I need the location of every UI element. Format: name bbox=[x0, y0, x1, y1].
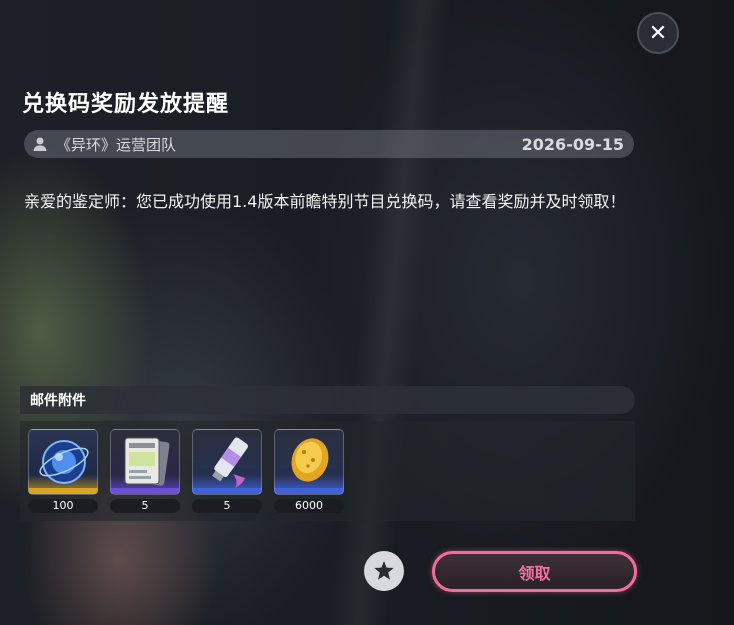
close-button[interactable]: ✕ bbox=[637, 12, 679, 54]
item-count: 6000 bbox=[274, 499, 344, 513]
item-count: 5 bbox=[110, 499, 180, 513]
mail-body: 亲爱的鉴定师：您已成功使用1.4版本前瞻特别节目兑换码，请查看奖励并及时领取！ bbox=[24, 192, 626, 211]
attachment-item[interactable]: 100 bbox=[28, 429, 98, 513]
mail-date: 2026-09-15 bbox=[521, 134, 624, 154]
attachment-item[interactable]: 6000 bbox=[274, 429, 344, 513]
person-icon bbox=[33, 137, 47, 151]
claim-label: 领取 bbox=[518, 563, 551, 583]
item-count: 100 bbox=[28, 499, 98, 513]
blue-orb-icon bbox=[29, 440, 97, 494]
item-frame bbox=[274, 429, 344, 495]
attachment-item[interactable]: 5 bbox=[110, 429, 180, 513]
sender-bar: 《异环》运营团队 2026-09-15 bbox=[24, 130, 634, 158]
cards-icon bbox=[111, 437, 179, 494]
item-frame bbox=[28, 429, 98, 495]
attachments-header: 邮件附件 bbox=[20, 386, 635, 414]
star-icon bbox=[374, 561, 394, 580]
sender-name: 《异环》运营团队 bbox=[56, 135, 177, 154]
mail-title: 兑换码奖励发放提醒 bbox=[22, 92, 230, 117]
close-icon: ✕ bbox=[648, 20, 668, 46]
item-frame bbox=[192, 429, 262, 495]
item-count: 5 bbox=[192, 499, 262, 513]
claim-button[interactable]: 领取 bbox=[432, 551, 637, 592]
attachments-panel: 100 5 5 6000 bbox=[20, 421, 635, 521]
item-frame bbox=[110, 429, 180, 495]
paint-tube-icon bbox=[193, 437, 261, 494]
gold-egg-icon bbox=[275, 438, 343, 494]
favorite-button[interactable] bbox=[364, 551, 404, 591]
attachment-item[interactable]: 5 bbox=[192, 429, 262, 513]
